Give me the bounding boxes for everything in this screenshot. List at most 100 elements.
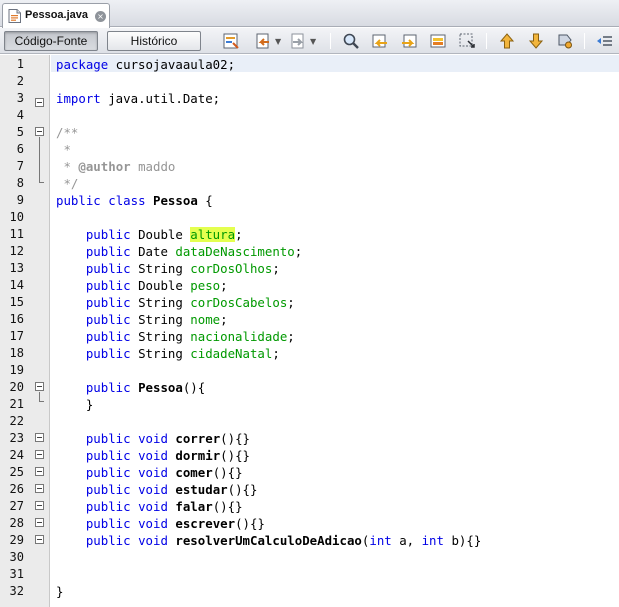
- back-icon[interactable]: [254, 32, 272, 50]
- code-token: public: [85, 499, 131, 514]
- code-line[interactable]: package cursojavaaula02;: [56, 56, 235, 73]
- code-editor[interactable]: 1 2 3 4 5 6 7 8 9 10 11 12 13 14 15 16 17 18 19 20 21 22 23 24 2…: [0, 55, 619, 607]
- previous-bookmark-icon[interactable]: [498, 32, 516, 50]
- code-line[interactable]: import java.util.Date;: [56, 90, 220, 107]
- code-token: }: [56, 397, 94, 412]
- code-token: correr: [175, 431, 221, 446]
- line-number: 31: [9, 567, 24, 581]
- code-line[interactable]: * @author maddo: [56, 158, 175, 175]
- line-number: 29: [9, 533, 24, 547]
- code-token: public: [85, 482, 131, 497]
- code-token: nacionalidade: [190, 329, 288, 344]
- code-line[interactable]: public String corDosOlhos;: [56, 260, 280, 277]
- code-line[interactable]: public String corDosCabelos;: [56, 294, 295, 311]
- code-token: public: [85, 295, 131, 310]
- code-token: class: [108, 193, 146, 208]
- code-line[interactable]: public class Pessoa {: [56, 192, 213, 209]
- code-line[interactable]: }: [56, 396, 93, 413]
- find-next-icon[interactable]: [400, 32, 418, 50]
- code-token: maddo: [130, 159, 176, 174]
- code-line[interactable]: }: [56, 583, 63, 600]
- file-tab-pessoa-java[interactable]: Pessoa.java ×: [2, 3, 110, 28]
- code-line[interactable]: public void dormir(){}: [56, 447, 250, 464]
- line-number: 8: [16, 176, 24, 190]
- history-view-button[interactable]: Histórico: [107, 31, 201, 51]
- source-view-button[interactable]: Código-Fonte: [4, 31, 98, 51]
- code-token: ;: [272, 261, 280, 276]
- code-token: Double: [130, 227, 191, 242]
- code-token: ;: [235, 227, 243, 242]
- line-number: 4: [16, 108, 24, 122]
- fold-toggle-icon[interactable]: [35, 382, 44, 391]
- fold-toggle-icon[interactable]: [35, 518, 44, 527]
- line-number: 1: [16, 57, 24, 71]
- line-number: 5: [16, 125, 24, 139]
- code-token: String: [130, 329, 191, 344]
- code-token: /**: [56, 125, 79, 140]
- shift-left-icon[interactable]: [596, 32, 614, 50]
- fold-toggle-icon[interactable]: [35, 535, 44, 544]
- code-line[interactable]: public Pessoa(){: [56, 379, 205, 396]
- code-line[interactable]: public void correr(){}: [56, 430, 250, 447]
- code-line[interactable]: public void falar(){}: [56, 498, 243, 515]
- forward-icon[interactable]: [289, 32, 307, 50]
- code-line[interactable]: public Double altura;: [56, 226, 243, 243]
- code-line[interactable]: public Date dataDeNascimento;: [56, 243, 302, 260]
- code-token: ;: [220, 278, 228, 293]
- find-icon[interactable]: [342, 32, 360, 50]
- close-tab-icon[interactable]: ×: [95, 11, 106, 22]
- fold-guide-line: [39, 392, 40, 401]
- line-number: 3: [16, 91, 24, 105]
- code-line[interactable]: public void comer(){}: [56, 464, 243, 481]
- code-token: peso: [190, 278, 221, 293]
- next-bookmark-icon[interactable]: [527, 32, 545, 50]
- toolbar-separator: [486, 33, 487, 49]
- line-number: 27: [9, 499, 24, 513]
- code-token: dormir: [175, 448, 221, 463]
- code-line[interactable]: public void escrever(){}: [56, 515, 265, 532]
- code-token: (){}: [212, 499, 243, 514]
- back-dropdown-icon[interactable]: ▼: [275, 37, 281, 46]
- code-line[interactable]: public void resolverUmCalculoDeAdicao(in…: [56, 532, 481, 549]
- line-number: 23: [9, 431, 24, 445]
- code-token: (){}: [227, 482, 258, 497]
- fold-toggle-icon[interactable]: [35, 433, 44, 442]
- toggle-highlight-icon[interactable]: [429, 32, 447, 50]
- code-line[interactable]: */: [56, 175, 78, 192]
- code-token: void: [138, 448, 168, 463]
- code-line[interactable]: public void estudar(){}: [56, 481, 258, 498]
- line-number: 15: [9, 295, 24, 309]
- toggle-rectangular-selection-icon[interactable]: [458, 32, 476, 50]
- last-edit-icon[interactable]: [222, 32, 240, 50]
- code-token: int: [369, 533, 392, 548]
- code-token: cidadeNatal: [190, 346, 273, 361]
- code-line[interactable]: public Double peso;: [56, 277, 228, 294]
- code-token: corDosCabelos: [190, 295, 288, 310]
- fold-toggle-icon[interactable]: [35, 484, 44, 493]
- fold-toggle-icon[interactable]: [35, 467, 44, 476]
- code-line[interactable]: public String nacionalidade;: [56, 328, 295, 345]
- fold-guide-line: [39, 137, 40, 182]
- code-token: }: [56, 584, 64, 599]
- fold-toggle-icon[interactable]: [35, 98, 44, 107]
- fold-toggle-icon[interactable]: [35, 450, 44, 459]
- forward-dropdown-icon[interactable]: ▼: [310, 37, 316, 46]
- fold-toggle-icon[interactable]: [35, 127, 44, 136]
- code-line[interactable]: public String cidadeNatal;: [56, 345, 280, 362]
- code-token: import: [56, 91, 101, 106]
- code-token: comer: [175, 465, 213, 480]
- fold-toggle-icon[interactable]: [35, 501, 44, 510]
- find-previous-icon[interactable]: [371, 32, 389, 50]
- code-line[interactable]: /**: [56, 124, 78, 141]
- fold-end-marker: [39, 182, 44, 183]
- code-token: a,: [391, 533, 422, 548]
- code-line[interactable]: *: [56, 141, 70, 158]
- code-line[interactable]: public String nome;: [56, 311, 228, 328]
- code-token: public: [85, 465, 131, 480]
- toggle-bookmark-icon[interactable]: [556, 32, 574, 50]
